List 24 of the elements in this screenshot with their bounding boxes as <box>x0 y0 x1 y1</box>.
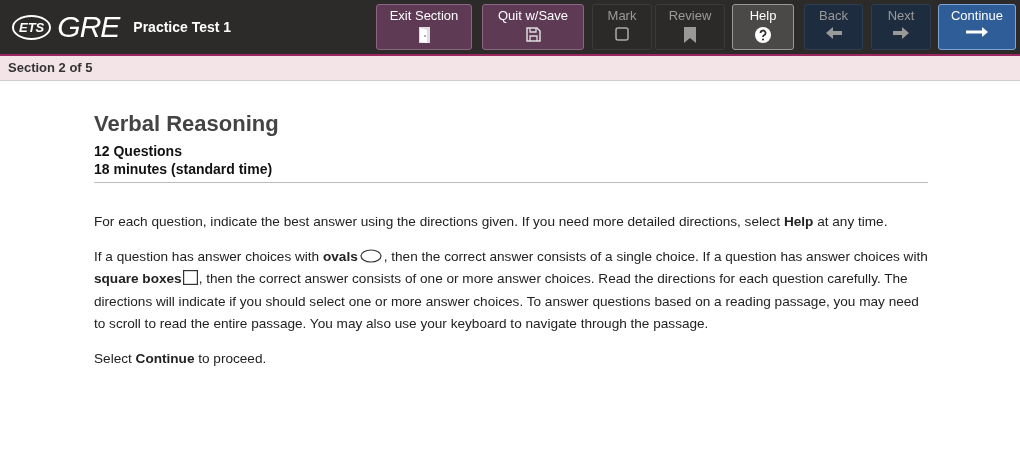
toolbar-button[interactable]: Help <box>732 4 794 50</box>
section-title: Verbal Reasoning <box>94 111 280 137</box>
question-count: 12 Questions <box>94 142 183 160</box>
time-limit: 18 minutes (standard time) <box>94 160 274 178</box>
section-label: Section 2 of 5 <box>8 60 93 75</box>
bookmark-icon <box>684 27 696 43</box>
arrow-right-icon <box>966 27 988 37</box>
checkbox-icon <box>615 27 629 41</box>
directions-text: Select Continue to proceed. <box>94 349 268 368</box>
directions-text: If a question has answer choices with ovals , then the correct answer consists of a single choice. If a question has answer choices with square boxes , then the correct answer consists of one or more answer choices. Read the directions for each question carefully. The directions will indicate if you should select one or more answer choices. To answer questions based on a reading passage, you may need to scroll to read the entire passage. You may also use your keyboard to navigate through the passage. <box>94 247 928 333</box>
door-icon <box>418 27 430 43</box>
toolbar-button[interactable]: Quit w/Save <box>482 4 584 50</box>
arrow-right-icon <box>893 27 909 39</box>
logo-text: GRE <box>57 10 120 44</box>
checkbox-icon <box>182 270 198 285</box>
save-icon <box>525 27 541 42</box>
toolbar-button[interactable]: Exit Section <box>376 4 472 50</box>
help-icon <box>755 27 771 43</box>
test-title: Practice Test 1 <box>133 19 232 35</box>
oval-icon <box>359 248 382 263</box>
toolbar-button[interactable]: Continue <box>938 4 1016 50</box>
logo-mark: ETS <box>12 14 52 40</box>
arrow-left-icon <box>825 27 842 39</box>
directions-text: For each question, indicate the best answer using the directions given. If you need more detailed directions, select Help at any time. <box>94 213 889 231</box>
